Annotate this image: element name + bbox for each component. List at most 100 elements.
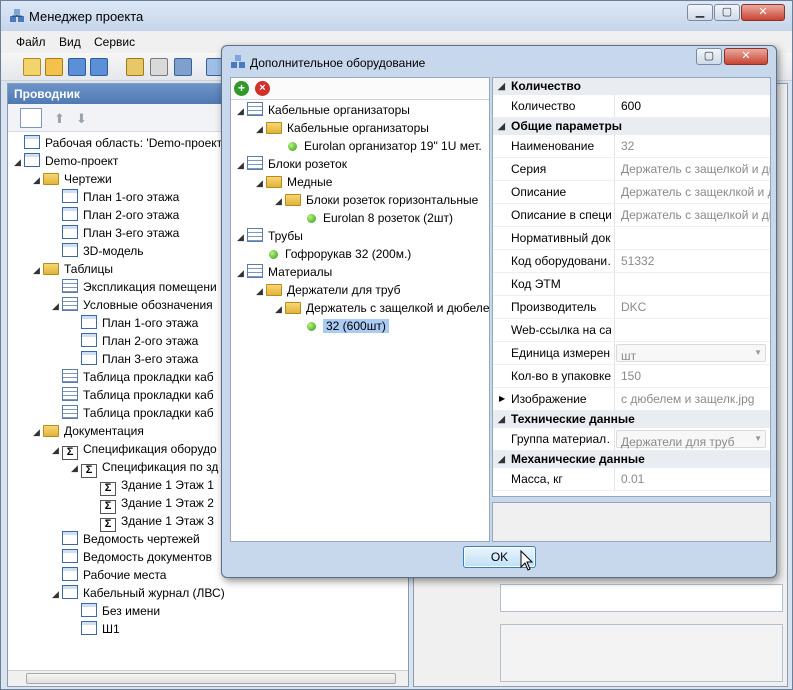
tree-node[interactable]: 3D-модель xyxy=(52,242,144,260)
menu-view[interactable]: Вид xyxy=(59,35,81,49)
property-value[interactable]: 32 xyxy=(614,135,770,157)
tree-node[interactable]: Ш1 xyxy=(71,620,120,638)
property-row[interactable]: Количество 600 xyxy=(493,95,770,118)
expander-icon[interactable]: ◢ xyxy=(52,585,62,603)
tree-node[interactable]: Eurolan 8 розеток (2шт) xyxy=(294,209,453,227)
tree-node[interactable]: Eurolan организатор 19" 1U мет. xyxy=(275,137,482,155)
tree-node[interactable]: ◢ Demo-проект xyxy=(14,152,118,170)
dialog-maximize-button[interactable]: ▢ xyxy=(696,48,722,65)
expander-icon[interactable]: ◢ xyxy=(33,423,43,441)
property-value[interactable] xyxy=(614,227,770,249)
property-combo[interactable]: Держатели для труб ▼ xyxy=(616,430,766,449)
property-value[interactable]: DKC xyxy=(614,296,770,318)
move-up-icon[interactable]: ⬆ xyxy=(54,111,65,127)
scroll-thumb[interactable] xyxy=(26,673,396,684)
expander-icon[interactable]: ◢ xyxy=(71,459,81,477)
property-category[interactable]: ◢ Количество xyxy=(493,78,770,95)
property-row[interactable]: Производитель DKC xyxy=(493,296,770,319)
property-row[interactable]: Web-ссылка на са… xyxy=(493,319,770,342)
print-icon[interactable] xyxy=(174,58,192,76)
expander-icon[interactable]: ◢ xyxy=(52,441,62,459)
property-row[interactable]: Серия Держатель с защелкой и дю xyxy=(493,158,770,181)
property-value[interactable] xyxy=(614,273,770,295)
property-row[interactable]: Наименование 32 xyxy=(493,135,770,158)
expander-icon[interactable]: ◢ xyxy=(256,282,266,300)
property-row[interactable]: Группа материал… Держатели для труб ▼ xyxy=(493,428,770,451)
property-category[interactable]: ◢ Технические данные xyxy=(493,411,770,428)
expander-icon[interactable]: ◢ xyxy=(33,171,43,189)
tree-node[interactable]: Экспликация помещени xyxy=(52,278,217,296)
property-value[interactable]: 150 xyxy=(614,365,770,387)
minimize-button[interactable]: ▁ xyxy=(687,4,713,21)
new-project-icon[interactable] xyxy=(23,58,41,76)
expander-icon[interactable]: ◢ xyxy=(256,120,266,138)
tree-node[interactable]: Σ Здание 1 Этаж 3 xyxy=(90,512,214,532)
property-row[interactable]: Кол-во в упаковке 150 xyxy=(493,365,770,388)
property-row[interactable]: ▶ Изображение с дюбелем и защелк.jpg xyxy=(493,388,770,411)
tree-node[interactable]: План 3-его этажа xyxy=(52,224,179,242)
tree-node[interactable]: ◢ Таблицы xyxy=(33,260,113,278)
add-icon[interactable]: + xyxy=(234,81,249,96)
menu-service[interactable]: Сервис xyxy=(94,35,135,49)
tree-node[interactable]: ◢ Σ Спецификация оборудо xyxy=(52,440,217,460)
property-value[interactable]: шт ▼ xyxy=(614,342,770,364)
property-row[interactable]: Масса, кг 0.01 xyxy=(493,468,770,491)
tree-node[interactable]: Ведомость чертежей xyxy=(52,530,200,548)
tree-node[interactable]: Гофрорукав 32 (200м.) xyxy=(256,245,411,263)
property-value[interactable]: 0.01 xyxy=(614,468,770,490)
tree-node[interactable]: ◢ Σ Спецификация по зд xyxy=(71,458,218,478)
menu-file[interactable]: Файл xyxy=(16,35,46,49)
property-value[interactable]: Держатель с защелкой и дю xyxy=(614,158,770,180)
property-combo[interactable]: шт ▼ xyxy=(616,344,766,363)
tree-node[interactable]: ◢ Условные обозначения xyxy=(52,296,213,314)
maximize-button[interactable]: ▢ xyxy=(714,4,740,21)
expander-icon[interactable]: ◢ xyxy=(275,300,285,318)
property-category[interactable]: ◢ Общие параметры xyxy=(493,118,770,135)
tree-node[interactable]: ◢ Кабельные организаторы xyxy=(256,119,429,137)
tree-node[interactable]: План 2-ого этажа xyxy=(71,332,198,350)
property-row[interactable]: Единица измерен… шт ▼ xyxy=(493,342,770,365)
tree-node[interactable]: План 2-ого этажа xyxy=(52,206,179,224)
dialog-close-button[interactable]: ✕ xyxy=(724,48,768,65)
tree-node[interactable]: ◢ Медные xyxy=(256,173,332,191)
property-value[interactable]: Держатели для труб ▼ xyxy=(614,428,770,450)
collapse-icon[interactable]: ◢ xyxy=(498,411,508,428)
property-value[interactable]: Держатель с защелкой и ді xyxy=(614,204,770,226)
delete-icon[interactable]: × xyxy=(255,81,270,96)
tree-node[interactable]: Ведомость документов xyxy=(52,548,212,566)
tree-node[interactable]: Σ Здание 1 Этаж 1 xyxy=(90,476,214,496)
tree-node[interactable]: Рабочая область: 'Demo-проект' (1 xyxy=(14,134,238,152)
properties-icon[interactable] xyxy=(126,58,144,76)
property-value[interactable] xyxy=(614,319,770,341)
save-icon[interactable] xyxy=(68,58,86,76)
property-category[interactable]: ◢ Механические данные xyxy=(493,451,770,468)
property-value[interactable]: Держатель с защеклкой и ді xyxy=(614,181,770,203)
expander-icon[interactable]: ◢ xyxy=(237,156,247,174)
tree-node[interactable]: ◢ Материалы xyxy=(237,263,332,281)
expander-icon[interactable]: ◢ xyxy=(237,228,247,246)
tree-node[interactable]: Рабочие места xyxy=(52,566,166,584)
expander-icon[interactable]: ◢ xyxy=(256,174,266,192)
property-row[interactable]: Описание Держатель с защеклкой и ді xyxy=(493,181,770,204)
tree-node[interactable]: Таблица прокладки каб xyxy=(52,386,214,404)
expander-icon[interactable]: ◢ xyxy=(275,192,285,210)
expander-icon[interactable]: ◢ xyxy=(237,264,247,282)
tree-node[interactable]: Без имени xyxy=(71,602,160,620)
horizontal-scrollbar[interactable] xyxy=(8,670,408,686)
property-value[interactable]: с дюбелем и защелк.jpg xyxy=(614,388,770,410)
tree-node[interactable]: План 1-ого этажа xyxy=(52,188,179,206)
tree-node[interactable]: ◢ Держатели для труб xyxy=(256,281,400,299)
tree-node[interactable]: Таблица прокладки каб xyxy=(52,404,214,422)
tree-node[interactable]: План 3-его этажа xyxy=(71,350,198,368)
dropdown-arrow-icon[interactable]: ▼ xyxy=(754,345,762,361)
tree-node[interactable]: ◢ Кабельные организаторы xyxy=(237,101,410,119)
move-down-icon[interactable]: ⬇ xyxy=(76,111,87,127)
expander-icon[interactable]: ◢ xyxy=(33,261,43,279)
tree-node[interactable]: ◢ Блоки розеток xyxy=(237,155,347,173)
settings-icon[interactable] xyxy=(150,58,168,76)
tree-node[interactable]: ◢ Документация xyxy=(33,422,144,440)
dropdown-arrow-icon[interactable]: ▼ xyxy=(754,431,762,447)
open-folder-icon[interactable] xyxy=(45,58,63,76)
collapse-icon[interactable]: ◢ xyxy=(498,78,508,95)
close-button[interactable]: ✕ xyxy=(741,4,785,21)
